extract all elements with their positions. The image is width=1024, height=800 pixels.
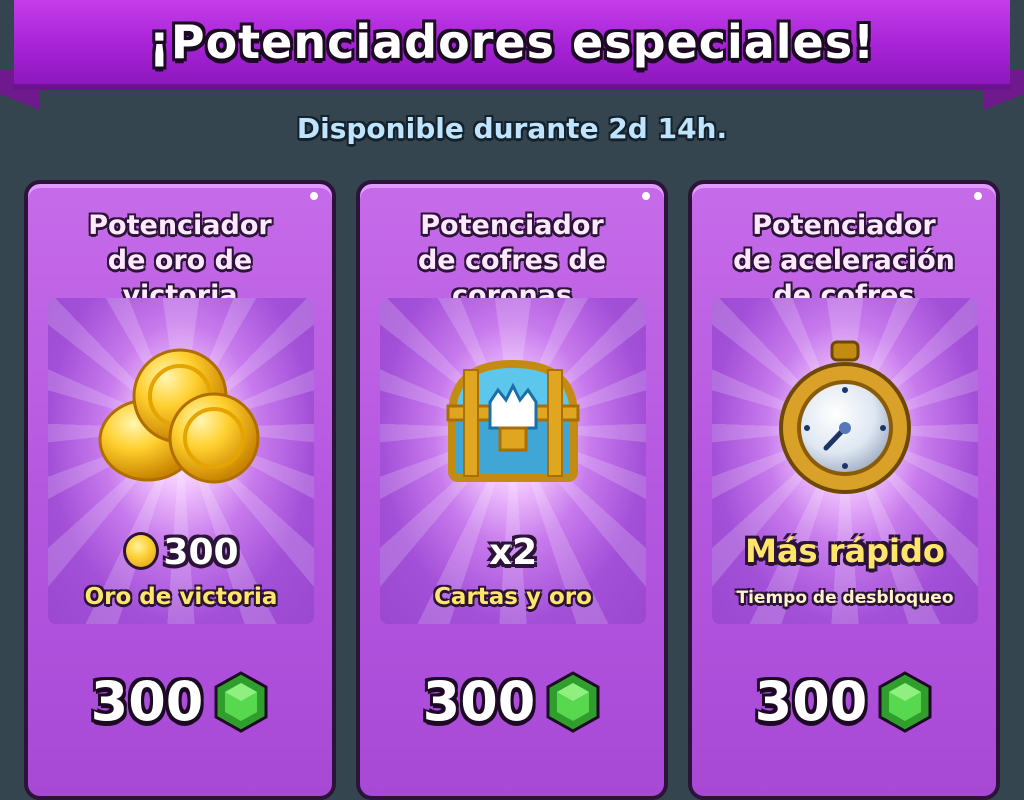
reward-effect: Más rápido	[745, 532, 945, 570]
price-amount: 300	[90, 670, 204, 733]
price-amount: 300	[422, 670, 536, 733]
reward-description: Tiempo de desbloqueo	[736, 588, 954, 608]
card-panel: x2 Cartas y oro	[380, 298, 646, 624]
green-gem-icon	[214, 670, 268, 733]
price-button[interactable]: 300	[28, 670, 332, 733]
price-amount: 300	[754, 670, 868, 733]
gold-coins-icon	[98, 348, 260, 484]
gold-coin-icon	[123, 532, 160, 570]
booster-card-chest-speedup[interactable]: Potenciador de aceleración de cofres Más…	[688, 180, 1000, 800]
card-panel: 300 Oro de victoria	[48, 298, 314, 624]
card-corner-dot	[642, 192, 650, 200]
green-gem-icon	[878, 670, 932, 733]
page-title: ¡Potenciadores especiales!	[148, 15, 876, 69]
card-panel: Más rápido Tiempo de desbloqueo	[712, 298, 978, 624]
reward-description: Cartas y oro	[434, 584, 592, 610]
price-button[interactable]: 300	[360, 670, 664, 733]
banner-body: ¡Potenciadores especiales!	[14, 0, 1010, 90]
availability-timer: Disponible durante 2d 14h.	[296, 112, 728, 145]
reward-multiplier: x2	[488, 532, 538, 573]
reward-amount: 300	[48, 532, 314, 573]
reward-description: Oro de victoria	[84, 584, 278, 610]
booster-card-crown-chest[interactable]: Potenciador de cofres de coronas x2 Cart…	[356, 180, 668, 800]
crown-chest-icon	[446, 359, 580, 482]
card-corner-dot	[310, 192, 318, 200]
booster-card-victory-gold[interactable]: Potenciador de oro de victoria 300 Oro d…	[24, 180, 336, 800]
title-banner: ¡Potenciadores especiales!	[0, 0, 1024, 110]
price-button[interactable]: 300	[692, 670, 996, 733]
stopwatch-icon	[779, 340, 911, 494]
green-gem-icon	[546, 670, 600, 733]
card-corner-dot	[974, 192, 982, 200]
